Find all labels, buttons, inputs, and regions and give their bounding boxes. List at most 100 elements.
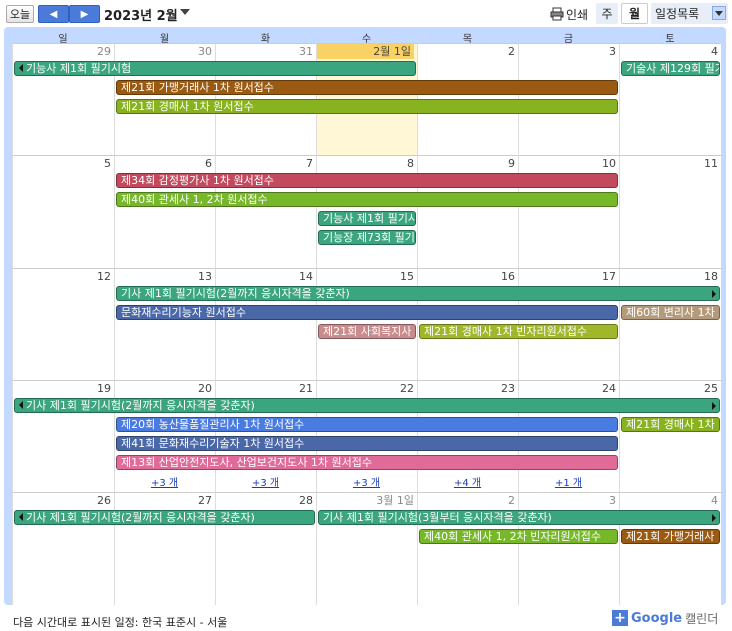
chevron-down-icon[interactable] <box>180 9 190 15</box>
today-button[interactable]: 오늘 <box>6 5 34 23</box>
day-cell[interactable] <box>12 43 114 155</box>
more-events-link[interactable]: +1 개 <box>549 474 589 489</box>
event-chip[interactable]: 제13회 산업안전지도사, 산업보건지도사 1차 원서접수 <box>116 455 618 470</box>
event-chip[interactable]: 기사 제1회 필기시험(2월까지 응시자격을 갖춘자) <box>14 510 315 525</box>
event-chip[interactable]: 기술사 제129회 필기시험 <box>621 61 720 76</box>
day-cell[interactable] <box>518 155 619 268</box>
event-chip[interactable]: 제40회 관세사 1, 2차 원서접수 <box>116 192 618 207</box>
date-number[interactable]: 17 <box>519 269 616 284</box>
day-cell[interactable] <box>619 268 721 380</box>
day-cell[interactable] <box>619 43 721 155</box>
date-number[interactable]: 2월 1일 <box>317 44 414 59</box>
date-number[interactable]: 21 <box>216 381 313 396</box>
day-cell[interactable] <box>12 268 114 380</box>
continues-left-icon <box>19 513 23 521</box>
day-cell[interactable] <box>114 492 215 605</box>
date-number[interactable]: 19 <box>13 381 111 396</box>
date-number[interactable]: 22 <box>317 381 414 396</box>
date-number[interactable]: 12 <box>13 269 111 284</box>
date-number[interactable]: 15 <box>317 269 414 284</box>
event-chip[interactable]: 제40회 관세사 1, 2차 빈자리원서접수 <box>419 529 618 544</box>
day-cell[interactable] <box>114 155 215 268</box>
date-number[interactable]: 30 <box>115 44 212 59</box>
date-number[interactable]: 3 <box>519 493 616 508</box>
date-number[interactable]: 24 <box>519 381 616 396</box>
day-cell[interactable] <box>417 492 518 605</box>
day-cell[interactable] <box>619 492 721 605</box>
day-cell[interactable] <box>417 155 518 268</box>
day-cell[interactable] <box>215 155 316 268</box>
plus-icon: + <box>612 610 628 626</box>
date-number[interactable]: 6 <box>115 156 212 171</box>
day-cell[interactable] <box>114 268 215 380</box>
date-number[interactable]: 2 <box>418 493 515 508</box>
event-title: 제40회 관세사 1, 2차 원서접수 <box>121 193 268 206</box>
day-cell[interactable] <box>316 492 417 605</box>
date-number[interactable]: 2 <box>418 44 515 59</box>
date-number[interactable]: 26 <box>13 493 111 508</box>
date-number[interactable]: 9 <box>418 156 515 171</box>
day-cell[interactable] <box>619 155 721 268</box>
next-month-button[interactable]: ▶ <box>69 5 100 23</box>
event-chip[interactable]: 기능사 제1회 필기시험 <box>318 211 416 226</box>
date-number[interactable]: 4 <box>620 44 718 59</box>
dropdown-arrow-icon[interactable] <box>712 6 726 20</box>
date-number[interactable]: 20 <box>115 381 212 396</box>
weekday-header: 화 <box>260 34 271 45</box>
date-number[interactable]: 3월 1일 <box>317 493 414 508</box>
more-events-link[interactable]: +3 개 <box>246 474 286 489</box>
event-chip[interactable]: 제21회 사회복지사 1급 <box>318 324 416 339</box>
event-chip[interactable]: 제34회 감정평가사 1차 원서접수 <box>116 173 618 188</box>
tab-agenda[interactable]: 일정목록 <box>651 3 728 24</box>
date-number[interactable]: 13 <box>115 269 212 284</box>
event-chip[interactable]: 문화재수리기능자 원서접수 <box>116 305 618 320</box>
date-number[interactable]: 10 <box>519 156 616 171</box>
google-calendar-badge[interactable]: + Google 캘린더 <box>612 608 718 628</box>
event-chip[interactable]: 제41회 문화재수리기술자 1차 원서접수 <box>116 436 618 451</box>
date-number[interactable]: 8 <box>317 156 414 171</box>
date-number[interactable]: 28 <box>216 493 313 508</box>
event-chip[interactable]: 기능장 제73회 필기시험 <box>318 230 416 245</box>
tab-month[interactable]: 월 <box>621 3 648 24</box>
event-chip[interactable]: 기능사 제1회 필기시험 <box>14 61 416 76</box>
day-cell[interactable] <box>12 380 114 492</box>
more-events-link[interactable]: +4 개 <box>448 474 488 489</box>
date-number[interactable]: 27 <box>115 493 212 508</box>
day-cell[interactable] <box>215 492 316 605</box>
event-chip[interactable]: 기사 제1회 필기시험(2월까지 응시자격을 갖춘자) <box>116 286 720 301</box>
event-chip[interactable]: 제21회 경매사 1차 빈자리원서접수 <box>419 324 618 339</box>
print-button[interactable]: 인쇄 <box>550 5 588 23</box>
day-cell[interactable] <box>619 380 721 492</box>
date-number[interactable]: 4 <box>620 493 718 508</box>
event-chip[interactable]: 제21회 가맹거래사 1차 시험 <box>621 529 720 544</box>
day-cell[interactable] <box>12 155 114 268</box>
date-number[interactable]: 5 <box>13 156 111 171</box>
date-number[interactable]: 11 <box>620 156 718 171</box>
event-chip[interactable]: 제21회 경매사 1차 시험 <box>621 417 720 432</box>
event-chip[interactable]: 제21회 가맹거래사 1차 원서접수 <box>116 80 618 95</box>
weekday-header: 목 <box>462 34 473 45</box>
date-number[interactable]: 3 <box>519 44 616 59</box>
more-events-link[interactable]: +3 개 <box>145 474 185 489</box>
day-cell[interactable] <box>215 268 316 380</box>
day-cell[interactable] <box>12 492 114 605</box>
date-number[interactable]: 14 <box>216 269 313 284</box>
date-number[interactable]: 29 <box>13 44 111 59</box>
event-title: 기능사 제1회 필기시험 <box>26 62 132 75</box>
date-number[interactable]: 7 <box>216 156 313 171</box>
event-chip[interactable]: 제60회 변리사 1차 시험 <box>621 305 720 320</box>
date-number[interactable]: 25 <box>620 381 718 396</box>
tab-week[interactable]: 주 <box>596 3 618 24</box>
event-chip[interactable]: 기사 제1회 필기시험(2월까지 응시자격을 갖춘자) <box>14 398 720 413</box>
event-chip[interactable]: 제20회 농산물품질관리사 1차 원서접수 <box>116 417 618 432</box>
event-chip[interactable]: 기사 제1회 필기시험(3월부터 응시자격을 갖춘자) <box>318 510 720 525</box>
date-number[interactable]: 16 <box>418 269 515 284</box>
more-events-link[interactable]: +3 개 <box>347 474 387 489</box>
date-number[interactable]: 23 <box>418 381 515 396</box>
event-chip[interactable]: 제21회 경매사 1차 원서접수 <box>116 99 618 114</box>
continues-right-icon <box>712 290 716 298</box>
prev-month-button[interactable]: ◀ <box>38 5 69 23</box>
day-cell[interactable] <box>518 492 619 605</box>
date-number[interactable]: 31 <box>216 44 313 59</box>
date-number[interactable]: 18 <box>620 269 718 284</box>
